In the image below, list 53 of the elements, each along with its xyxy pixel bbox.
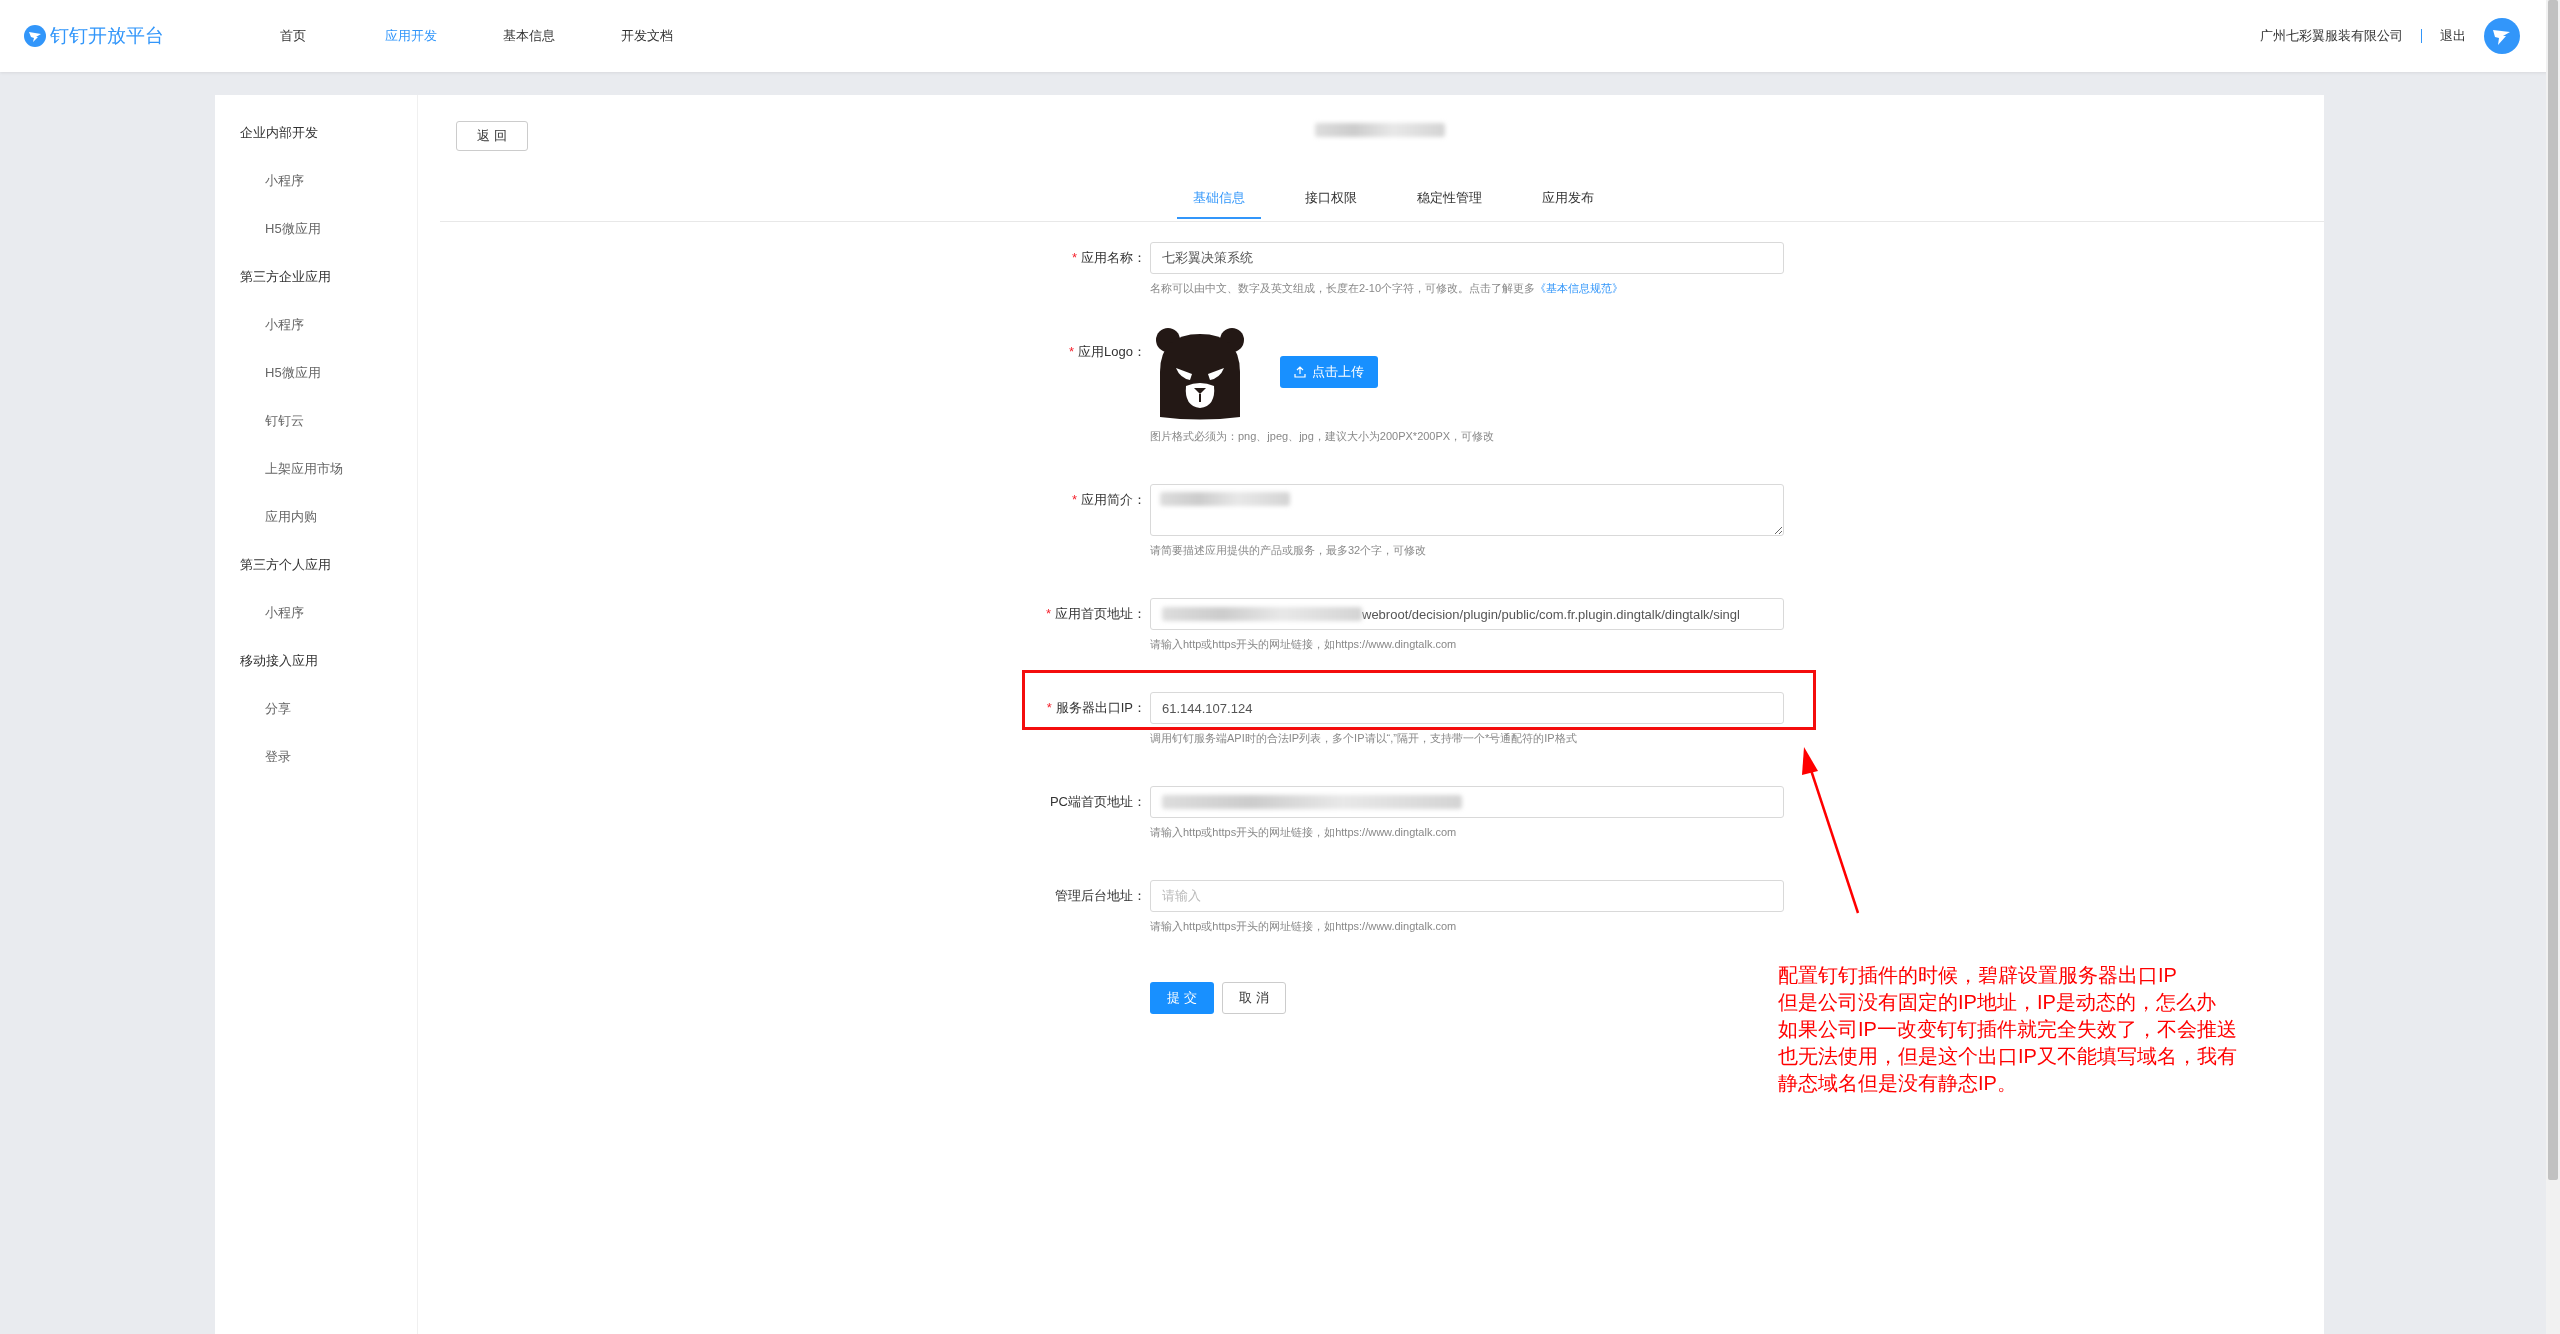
- sidebar-group: 第三方企业应用: [215, 253, 417, 301]
- field-hint: 请输入http或https开头的网址链接，如https://www.dingtalk.com: [1150, 637, 1458, 652]
- sidebar-group: 企业内部开发: [215, 109, 417, 157]
- avatar-icon[interactable]: [2484, 18, 2520, 54]
- nav-link[interactable]: 首页: [234, 27, 352, 45]
- nav-link[interactable]: 开发文档: [588, 27, 706, 45]
- field-label: * 应用Logo：: [1068, 343, 1147, 361]
- tab[interactable]: 基础信息: [1177, 179, 1261, 219]
- tab[interactable]: 应用发布: [1526, 179, 1610, 219]
- tab[interactable]: 稳定性管理: [1401, 179, 1498, 219]
- field-hint: 请简要描述应用提供的产品或服务，最多32个字，可修改: [1150, 543, 1428, 558]
- company-name: 广州七彩翼服装有限公司: [2260, 27, 2403, 45]
- field-label: PC端首页地址：: [1048, 793, 1147, 811]
- field-hint: 请输入http或https开头的网址链接，如https://www.dingtalk.com: [1150, 825, 1458, 840]
- field-label: * 应用名称：: [1070, 249, 1147, 267]
- tab[interactable]: 接口权限: [1289, 179, 1373, 219]
- field-hint: 图片格式必须为：png、jpeg、jpg，建议大小为200PX*200PX，可修改: [1150, 429, 1496, 444]
- text-field[interactable]: 61.144.107.124: [1150, 692, 1784, 724]
- scrollbar[interactable]: [2546, 0, 2560, 1334]
- text-field[interactable]: [1150, 786, 1784, 818]
- description-field[interactable]: [1150, 484, 1784, 536]
- field-hint: 名称可以由中文、数字及英文组成，长度在2-10个字符，可修改。点击了解更多《基本信息规范》: [1150, 281, 1625, 296]
- sidebar-item[interactable]: 小程序: [215, 157, 417, 205]
- nav-link[interactable]: 应用开发: [352, 27, 470, 45]
- field-hint: 调用钉钉服务端API时的合法IP列表，多个IP请以“,”隔开，支持带一个*号通配符的IP格式: [1150, 731, 1578, 746]
- field-label: 管理后台地址：: [1054, 887, 1147, 905]
- sidebar-item[interactable]: 小程序: [215, 589, 417, 637]
- sidebar-item[interactable]: 小程序: [215, 301, 417, 349]
- field-label: * 服务器出口IP：: [1045, 699, 1147, 717]
- logout-link[interactable]: 退出: [2440, 27, 2466, 45]
- sidebar-group: 移动接入应用: [215, 637, 417, 685]
- cancel-button[interactable]: 取 消: [1222, 982, 1286, 1014]
- sidebar-group: 第三方个人应用: [215, 541, 417, 589]
- sidebar-item[interactable]: H5微应用: [215, 349, 417, 397]
- submit-button[interactable]: 提 交: [1150, 982, 1214, 1014]
- sidebar-item[interactable]: 应用内购: [215, 493, 417, 541]
- field-label: * 应用首页地址：: [1044, 605, 1147, 623]
- text-field[interactable]: 七彩翼决策系统: [1150, 242, 1784, 274]
- back-button[interactable]: 返 回: [456, 121, 528, 151]
- guideline-link[interactable]: 《基本信息规范》: [1535, 282, 1624, 294]
- nav-link[interactable]: 基本信息: [470, 27, 588, 45]
- field-label: * 应用简介：: [1070, 491, 1147, 509]
- annotation-note: 配置钉钉插件的时候，碧辟设置服务器出口IP 但是公司没有固定的IP地址，IP是动态的，怎么办 如果公司IP一改变钉钉插件就完全失效了，不会推送 也无法使用，但是这个出口IP又不能填写域名，我有 静态域名但是没有静态IP。: [1778, 963, 2237, 1096]
- sidebar-item[interactable]: 登录: [215, 733, 417, 781]
- scrollbar-thumb[interactable]: [2548, 0, 2558, 1180]
- sidebar-item[interactable]: 分享: [215, 685, 417, 733]
- text-field[interactable]: webroot/decision/plugin/public/com.fr.plugin.dingtalk/dingtalk/singl: [1150, 598, 1784, 630]
- upload-icon: [1294, 366, 1306, 378]
- sidebar-item[interactable]: 上架应用市场: [215, 445, 417, 493]
- upload-button[interactable]: 点击上传: [1280, 356, 1378, 388]
- sidebar-item[interactable]: 钉钉云: [215, 397, 417, 445]
- field-hint: 请输入http或https开头的网址链接，如https://www.dingtalk.com: [1150, 919, 1458, 934]
- sidebar-item[interactable]: H5微应用: [215, 205, 417, 253]
